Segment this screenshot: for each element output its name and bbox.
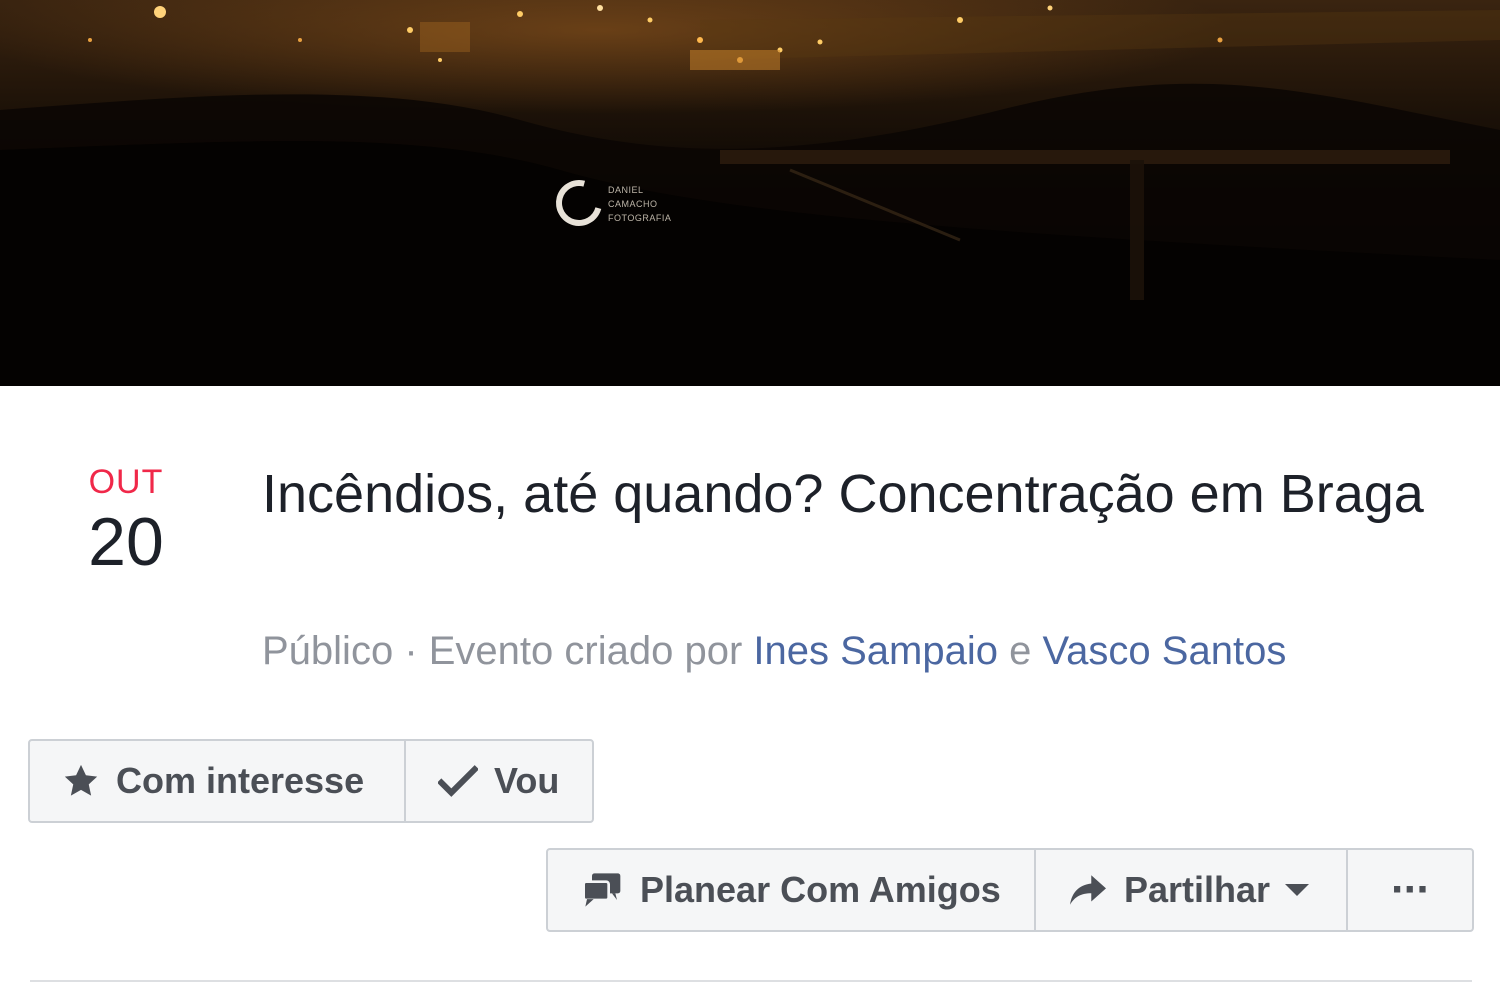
photographer-watermark: DANIEL CAMACHO FOTOGRAFIA	[547, 171, 696, 236]
more-options-button[interactable]: ···	[1348, 850, 1472, 930]
creator-link-1[interactable]: Ines Sampaio	[753, 629, 998, 673]
event-actions-group: Planear Com Amigos Partilhar ···	[546, 848, 1474, 932]
meta-separator: ·	[393, 629, 429, 673]
event-month: OUT	[88, 463, 164, 501]
share-button[interactable]: Partilhar	[1036, 850, 1348, 930]
interested-label: Com interesse	[116, 760, 365, 801]
event-cover-photo[interactable]: DANIEL CAMACHO FOTOGRAFIA	[0, 0, 1500, 386]
created-by-text: Evento criado por	[428, 629, 754, 673]
event-title: Incêndios, até quando? Concentração em B…	[262, 464, 1424, 524]
plan-with-friends-button[interactable]: Planear Com Amigos	[548, 850, 1036, 930]
star-icon	[62, 762, 100, 800]
chat-bubbles-icon	[580, 870, 624, 910]
creator-link-2[interactable]: Vasco Santos	[1042, 629, 1286, 673]
caret-down-icon	[1284, 883, 1310, 897]
event-privacy: Público	[262, 629, 394, 673]
rsvp-button-group: Com interesse Vou	[28, 739, 594, 823]
checkmark-icon	[438, 763, 478, 799]
going-label: Vou	[494, 760, 560, 801]
share-label: Partilhar	[1124, 869, 1271, 910]
event-date: OUT 20	[60, 462, 192, 578]
interested-button[interactable]: Com interesse	[30, 741, 406, 821]
night-city-scene	[0, 5, 1500, 386]
creator-conjunction: e	[997, 629, 1043, 673]
event-day: 20	[88, 504, 164, 580]
event-meta: Público · Evento criado por Ines Sampaio…	[262, 626, 1286, 676]
more-dots-icon: ···	[1391, 865, 1431, 914]
watermark-ring-icon	[547, 171, 611, 235]
going-button[interactable]: Vou	[406, 741, 592, 821]
watermark-text: DANIEL CAMACHO FOTOGRAFIA	[608, 185, 672, 223]
share-arrow-icon	[1068, 872, 1108, 908]
plan-with-friends-label: Planear Com Amigos	[640, 869, 1001, 910]
section-divider	[30, 980, 1472, 982]
